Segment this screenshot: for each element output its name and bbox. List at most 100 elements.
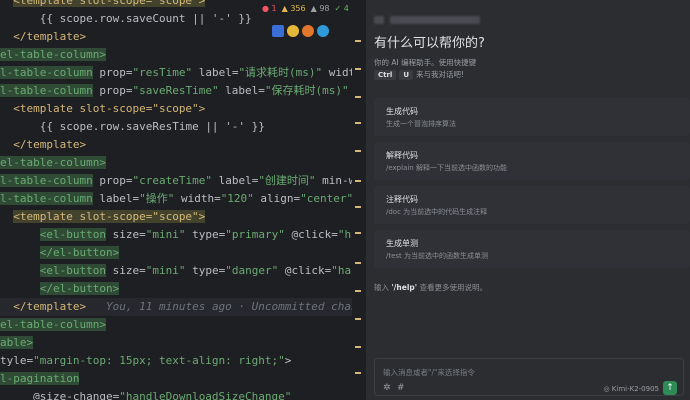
code-token: type= [185,228,226,241]
code-line[interactable]: el-table-column> [0,154,352,172]
card-desc: 生成一个冒泡排序算法 [386,120,456,128]
card-desc: /doc 为当前选中的代码生成注释 [386,208,488,216]
chrome-icon[interactable] [287,25,299,37]
u-key: U [399,69,414,80]
card-title: 生成代码 [386,107,418,116]
typo-count: ✓ 4 [334,3,349,13]
edge-icon[interactable] [317,25,329,37]
code-token: prop= [92,174,133,187]
code-token: "resTime" [132,66,193,79]
chat-input[interactable]: 输入消息或者"/"来选择指令 ✲ # ◎ Kimi-K2-0905 ↑ [374,358,684,396]
send-button[interactable]: ↑ [663,381,677,395]
editor-scrollbar[interactable] [352,0,366,400]
code-token: </template> [13,138,87,151]
code-line[interactable]: l-table-column prop="saveResTime" label=… [0,82,366,100]
code-token: prop= [92,84,133,97]
magic-wand-icon[interactable]: ✲ [383,383,391,393]
code-line[interactable]: l-table-column prop="createTime" label="… [0,172,366,190]
code-token: "center" [300,192,354,205]
code-line[interactable]: tyle="margin-top: 15px; text-align: righ… [0,352,352,370]
code-token: @click= [278,264,332,277]
code-line[interactable]: l-table-column prop="resTime" label="请求耗… [0,64,366,82]
code-line[interactable]: </el-button> [0,244,352,262]
code-token: el-table-column> [0,318,106,331]
code-line[interactable]: @size-change="handleDownloadSizeChange" [0,388,352,400]
code-token: width= [174,192,221,205]
intro-text: 你的 AI 编程助手。使用快捷键 [374,58,477,67]
code-token: size= [105,228,146,241]
code-line[interactable]: </el-button> [0,280,352,298]
code-token: l-table-column [0,192,93,205]
code-token: label= [211,174,259,187]
code-line[interactable]: <template slot-scope="scope"> [0,100,352,118]
code-token: able> [0,336,34,349]
code-token: "danger" [225,264,279,277]
code-token: l-table-column [0,174,93,187]
code-line[interactable]: l-pagination [0,370,352,388]
card-desc: /test 为当前选中的函数生成单测 [386,252,489,260]
code-editor[interactable]: <template slot-scope="scope"> {{ scope.r… [0,0,366,400]
user-avatar [374,16,384,24]
help-hint: 输入 '/help' 查看更多使用说明。 [374,282,487,293]
intellij-browser-icon[interactable] [272,25,284,37]
warning-count: ▲ 356 [281,3,306,13]
code-line[interactable]: <template slot-scope="scope"> [0,208,352,226]
code-token: l-table-column [0,66,93,79]
code-token: "margin-top: 15px; text-align: right;" [33,354,285,367]
code-token: > [284,354,292,367]
code-line[interactable]: l-table-column label="操作" width="120" al… [0,190,360,208]
code-line[interactable]: </template> [0,136,352,154]
firefox-icon[interactable] [302,25,314,37]
shortcut-hint-text: 来与我对话吧! [416,70,465,79]
code-token: label= [218,84,265,97]
suggestion-unit-test[interactable]: 生成单测 /test 为当前选中的函数生成单测 [374,230,690,268]
code-line[interactable]: </template> You, 11 minutes ago · Uncomm… [0,298,366,316]
hash-icon[interactable]: # [397,383,405,393]
code-token: l-table-column [0,84,93,97]
suggestion-generate-code[interactable]: 生成代码 生成一个冒泡排序算法 [374,98,690,136]
code-token: </el-button> [39,246,120,259]
code-token: </template> [13,300,87,313]
browser-preview-icons [272,22,329,40]
code-token: <el-button [39,228,106,241]
code-line[interactable]: able> [0,334,352,352]
code-token: "120" [220,192,254,205]
code-token: </template> [13,30,87,43]
code-token: @click= [284,228,338,241]
code-line[interactable]: el-table-column> [0,46,352,64]
ai-assistant-panel: 有什么可以帮你的? 你的 AI 编程助手。使用快捷键 Ctrl U 来与我对话吧… [366,0,690,400]
greeting-title: 有什么可以帮你的? [374,36,485,51]
code-token: "saveResTime" [132,84,219,97]
suggestion-doc-code[interactable]: 注释代码 /doc 为当前选中的代码生成注释 [374,186,690,224]
card-title: 解释代码 [386,151,418,160]
card-title: 注释代码 [386,195,418,204]
chat-input-placeholder: 输入消息或者"/"来选择指令 [383,368,475,377]
user-name [390,16,480,24]
code-line[interactable]: el-table-column> [0,316,352,334]
card-title: 生成单测 [386,239,418,248]
model-selector[interactable]: ◎ Kimi-K2-0905 [603,385,659,393]
code-token: </el-button> [39,282,120,295]
code-line[interactable]: <el-button size="mini" type="danger" @cl… [0,262,366,280]
code-token: "handleDownloadSizeChange" [119,390,292,400]
code-line[interactable]: <el-button size="mini" type="primary" @c… [0,226,366,244]
code-token: <template slot-scope="scope"> [13,102,206,115]
inspection-widget[interactable]: ● 1 ▲ 356 ▲ 98 ✓ 4 [262,2,349,14]
ctrl-key: Ctrl [374,69,397,80]
help-post: 查看更多使用说明。 [419,283,487,292]
code-line[interactable]: {{ scope.row.saveResTime || '-' }} [0,118,352,136]
code-token: You, 11 minutes ago · Uncommitted change [86,300,366,313]
code-token: <template slot-scope="scope"> [13,210,206,223]
suggestion-explain-code[interactable]: 解释代码 /explain 解释一下当前选中函数的功能 [374,142,690,180]
code-token: label= [92,192,140,205]
